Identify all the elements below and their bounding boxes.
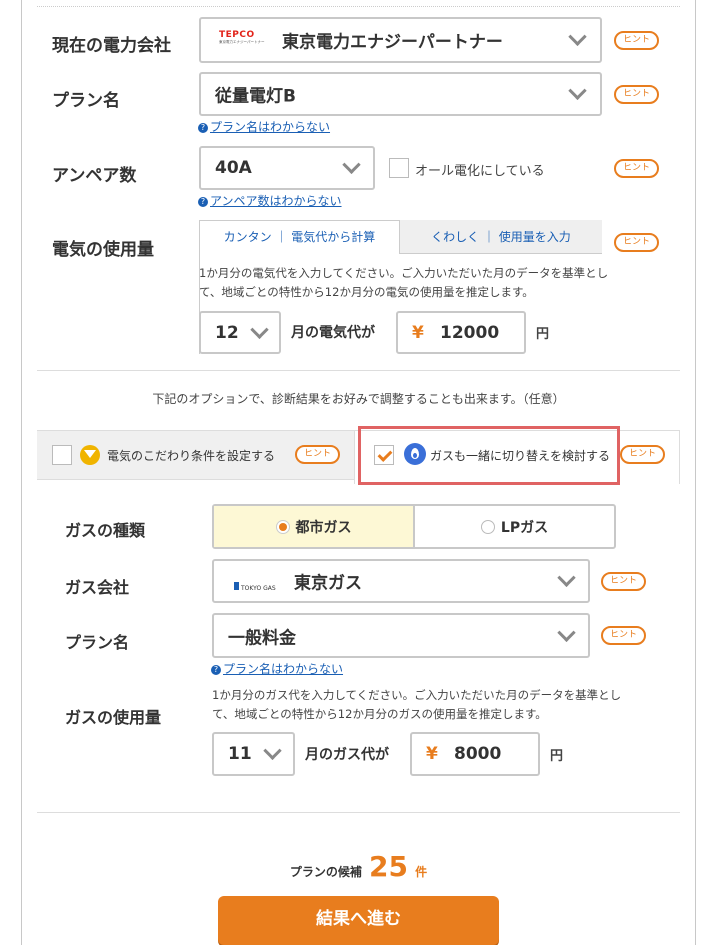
gas-plan-unknown-link[interactable]: ? プラン名はわからない: [211, 660, 343, 677]
gas-month-select[interactable]: 11: [212, 732, 295, 776]
radio-selected-icon: [275, 519, 290, 534]
hint-button[interactable]: ヒント: [601, 572, 646, 591]
gas-switch-checkbox[interactable]: [374, 445, 394, 465]
hint-button[interactable]: ヒント: [614, 159, 659, 178]
gas-type-lp-label: LPガス: [500, 519, 549, 536]
gas-bill-value: 8000: [454, 744, 502, 764]
gas-flame-icon: [404, 443, 426, 465]
hint-button[interactable]: ヒント: [614, 31, 659, 50]
electric-usage-description: 1か月分の電気代を入力してください。ご入力いただいた月のデータを基準とし て、地…: [199, 264, 609, 302]
gas-company-select[interactable]: TOKYO GAS 東京ガス: [212, 559, 590, 603]
gas-usage-desc-line2: て、地域ごとの特性から12か月分のガスの使用量を推定します。: [212, 707, 547, 721]
chevron-down-icon: [557, 568, 576, 587]
candidates-suffix: 件: [415, 865, 428, 879]
gas-company-value: 東京ガス: [294, 573, 362, 594]
chevron-down-icon: [557, 623, 576, 642]
electric-usage-desc-line2: て、地域ごとの特性から12か月分の電気の使用量を推定します。: [199, 285, 534, 299]
tab-easy[interactable]: カンタン ｜ 電気代から計算: [199, 220, 400, 254]
electric-month-value: 12: [215, 322, 239, 343]
preference-label[interactable]: 電気のこだわり条件を設定する: [107, 447, 275, 464]
ampere-unknown-text: アンペア数はわからない: [210, 194, 342, 208]
all-electric-label[interactable]: オール電化にしている: [415, 160, 545, 179]
tab-detail-label: くわしく ｜ 使用量を入力: [431, 230, 571, 244]
gas-plan-select[interactable]: 一般料金: [212, 613, 590, 658]
gas-type-lp-option[interactable]: LPガス: [415, 506, 614, 547]
chevron-down-icon: [263, 741, 282, 760]
submit-button[interactable]: 結果へ進む: [218, 896, 499, 945]
gas-usage-description: 1か月分のガス代を入力してください。ご入力いただいた月のデータを基準とし て、地…: [212, 686, 622, 724]
yen-unit: 円: [536, 327, 550, 342]
tab-detail[interactable]: くわしく ｜ 使用量を入力: [400, 220, 602, 254]
plan-unknown-link[interactable]: ? プラン名はわからない: [198, 118, 330, 135]
hint-button[interactable]: ヒント: [601, 626, 646, 645]
electric-company-select[interactable]: TEPCO 東京電力エナジーパートナー 東京電力エナジーパートナー: [199, 17, 602, 63]
electric-usage-label: 電気の使用量: [52, 240, 154, 260]
options-intro: 下記のオプションで、診断結果をお好みで調整することも出来ます。（任意）: [152, 392, 565, 406]
chevron-down-icon: [568, 81, 587, 100]
chevron-down-icon: [568, 27, 587, 46]
preference-checkbox[interactable]: [52, 445, 72, 465]
electric-month-select[interactable]: 12: [199, 311, 281, 354]
ampere-value: 40A: [215, 158, 252, 178]
hint-button[interactable]: ヒント: [620, 445, 665, 464]
section-divider: [37, 370, 680, 371]
gas-plan-value: 一般料金: [228, 628, 296, 648]
question-icon: ?: [198, 123, 208, 133]
ampere-label: アンペア数: [52, 166, 137, 186]
tab-easy-label: カンタン ｜ 電気代から計算: [223, 230, 376, 244]
gas-plan-label: プラン名: [65, 633, 130, 652]
gas-type-city-option[interactable]: 都市ガス: [214, 506, 415, 547]
ampere-unknown-link[interactable]: ? アンペア数はわからない: [198, 192, 342, 209]
top-divider: [37, 6, 680, 7]
electric-plan-label: プラン名: [52, 91, 120, 111]
electric-plan-select[interactable]: 従量電灯B: [199, 72, 602, 116]
gas-switch-label[interactable]: ガスも一緒に切り替えを検討する: [430, 447, 610, 464]
radio-icon: [480, 519, 495, 534]
ampere-select[interactable]: 40A: [199, 146, 375, 190]
gas-type-label: ガスの種類: [65, 521, 146, 540]
form-frame: 現在の電力会社 TEPCO 東京電力エナジーパートナー 東京電力エナジーパートナ…: [21, 0, 696, 945]
all-electric-checkbox[interactable]: [389, 158, 409, 178]
electric-usage-desc-line1: 1か月分の電気代を入力してください。ご入力いただいた月のデータを基準とし: [199, 266, 609, 280]
gas-bill-input[interactable]: ¥ 8000: [410, 732, 540, 776]
filter-icon: [80, 445, 100, 465]
chevron-down-icon: [250, 320, 269, 339]
gas-usage-label: ガスの使用量: [65, 708, 162, 727]
candidates-count: 25: [369, 850, 408, 883]
yen-symbol: ¥: [412, 323, 424, 343]
electric-bill-input[interactable]: ¥ 12000: [396, 311, 526, 354]
tokyo-gas-logo-text: TOKYO GAS: [241, 585, 276, 592]
gas-usage-desc-line1: 1か月分のガス代を入力してください。ご入力いただいた月のデータを基準とし: [212, 688, 622, 702]
question-icon: ?: [198, 197, 208, 207]
gas-type-toggle: 都市ガス LPガス: [212, 504, 616, 549]
electric-bill-label: 月の電気代が: [291, 325, 375, 341]
candidates-summary: プランの候補 25 件: [22, 850, 695, 883]
hint-button[interactable]: ヒント: [295, 445, 340, 464]
question-icon: ?: [211, 665, 221, 675]
electric-plan-value: 従量電灯B: [215, 86, 296, 107]
gas-plan-unknown-text: プラン名はわからない: [223, 662, 344, 676]
yen-symbol: ¥: [426, 744, 438, 764]
tepco-logo: TEPCO 東京電力エナジーパートナー: [219, 30, 271, 50]
electric-company-value: 東京電力エナジーパートナー: [282, 32, 503, 53]
gas-company-label: ガス会社: [65, 578, 130, 597]
candidates-prefix: プランの候補: [289, 865, 362, 879]
tokyo-gas-logo: TOKYO GAS: [234, 575, 276, 594]
electric-company-label: 現在の電力会社: [52, 36, 171, 56]
section-divider: [37, 812, 680, 813]
hint-button[interactable]: ヒント: [614, 233, 659, 252]
tepco-logo-text: TEPCO: [219, 30, 255, 40]
gas-month-value: 11: [228, 744, 252, 764]
tepco-logo-sub: 東京電力エナジーパートナー: [219, 40, 265, 44]
gas-bill-label: 月のガス代が: [305, 747, 389, 763]
check-icon: [377, 447, 393, 462]
submit-label: 結果へ進む: [316, 909, 401, 929]
yen-unit: 円: [550, 749, 564, 764]
electric-bill-value: 12000: [440, 323, 500, 343]
plan-unknown-text: プラン名はわからない: [210, 120, 331, 134]
chevron-down-icon: [342, 155, 361, 174]
hint-button[interactable]: ヒント: [614, 85, 659, 104]
gas-type-city-label: 都市ガス: [295, 519, 352, 536]
